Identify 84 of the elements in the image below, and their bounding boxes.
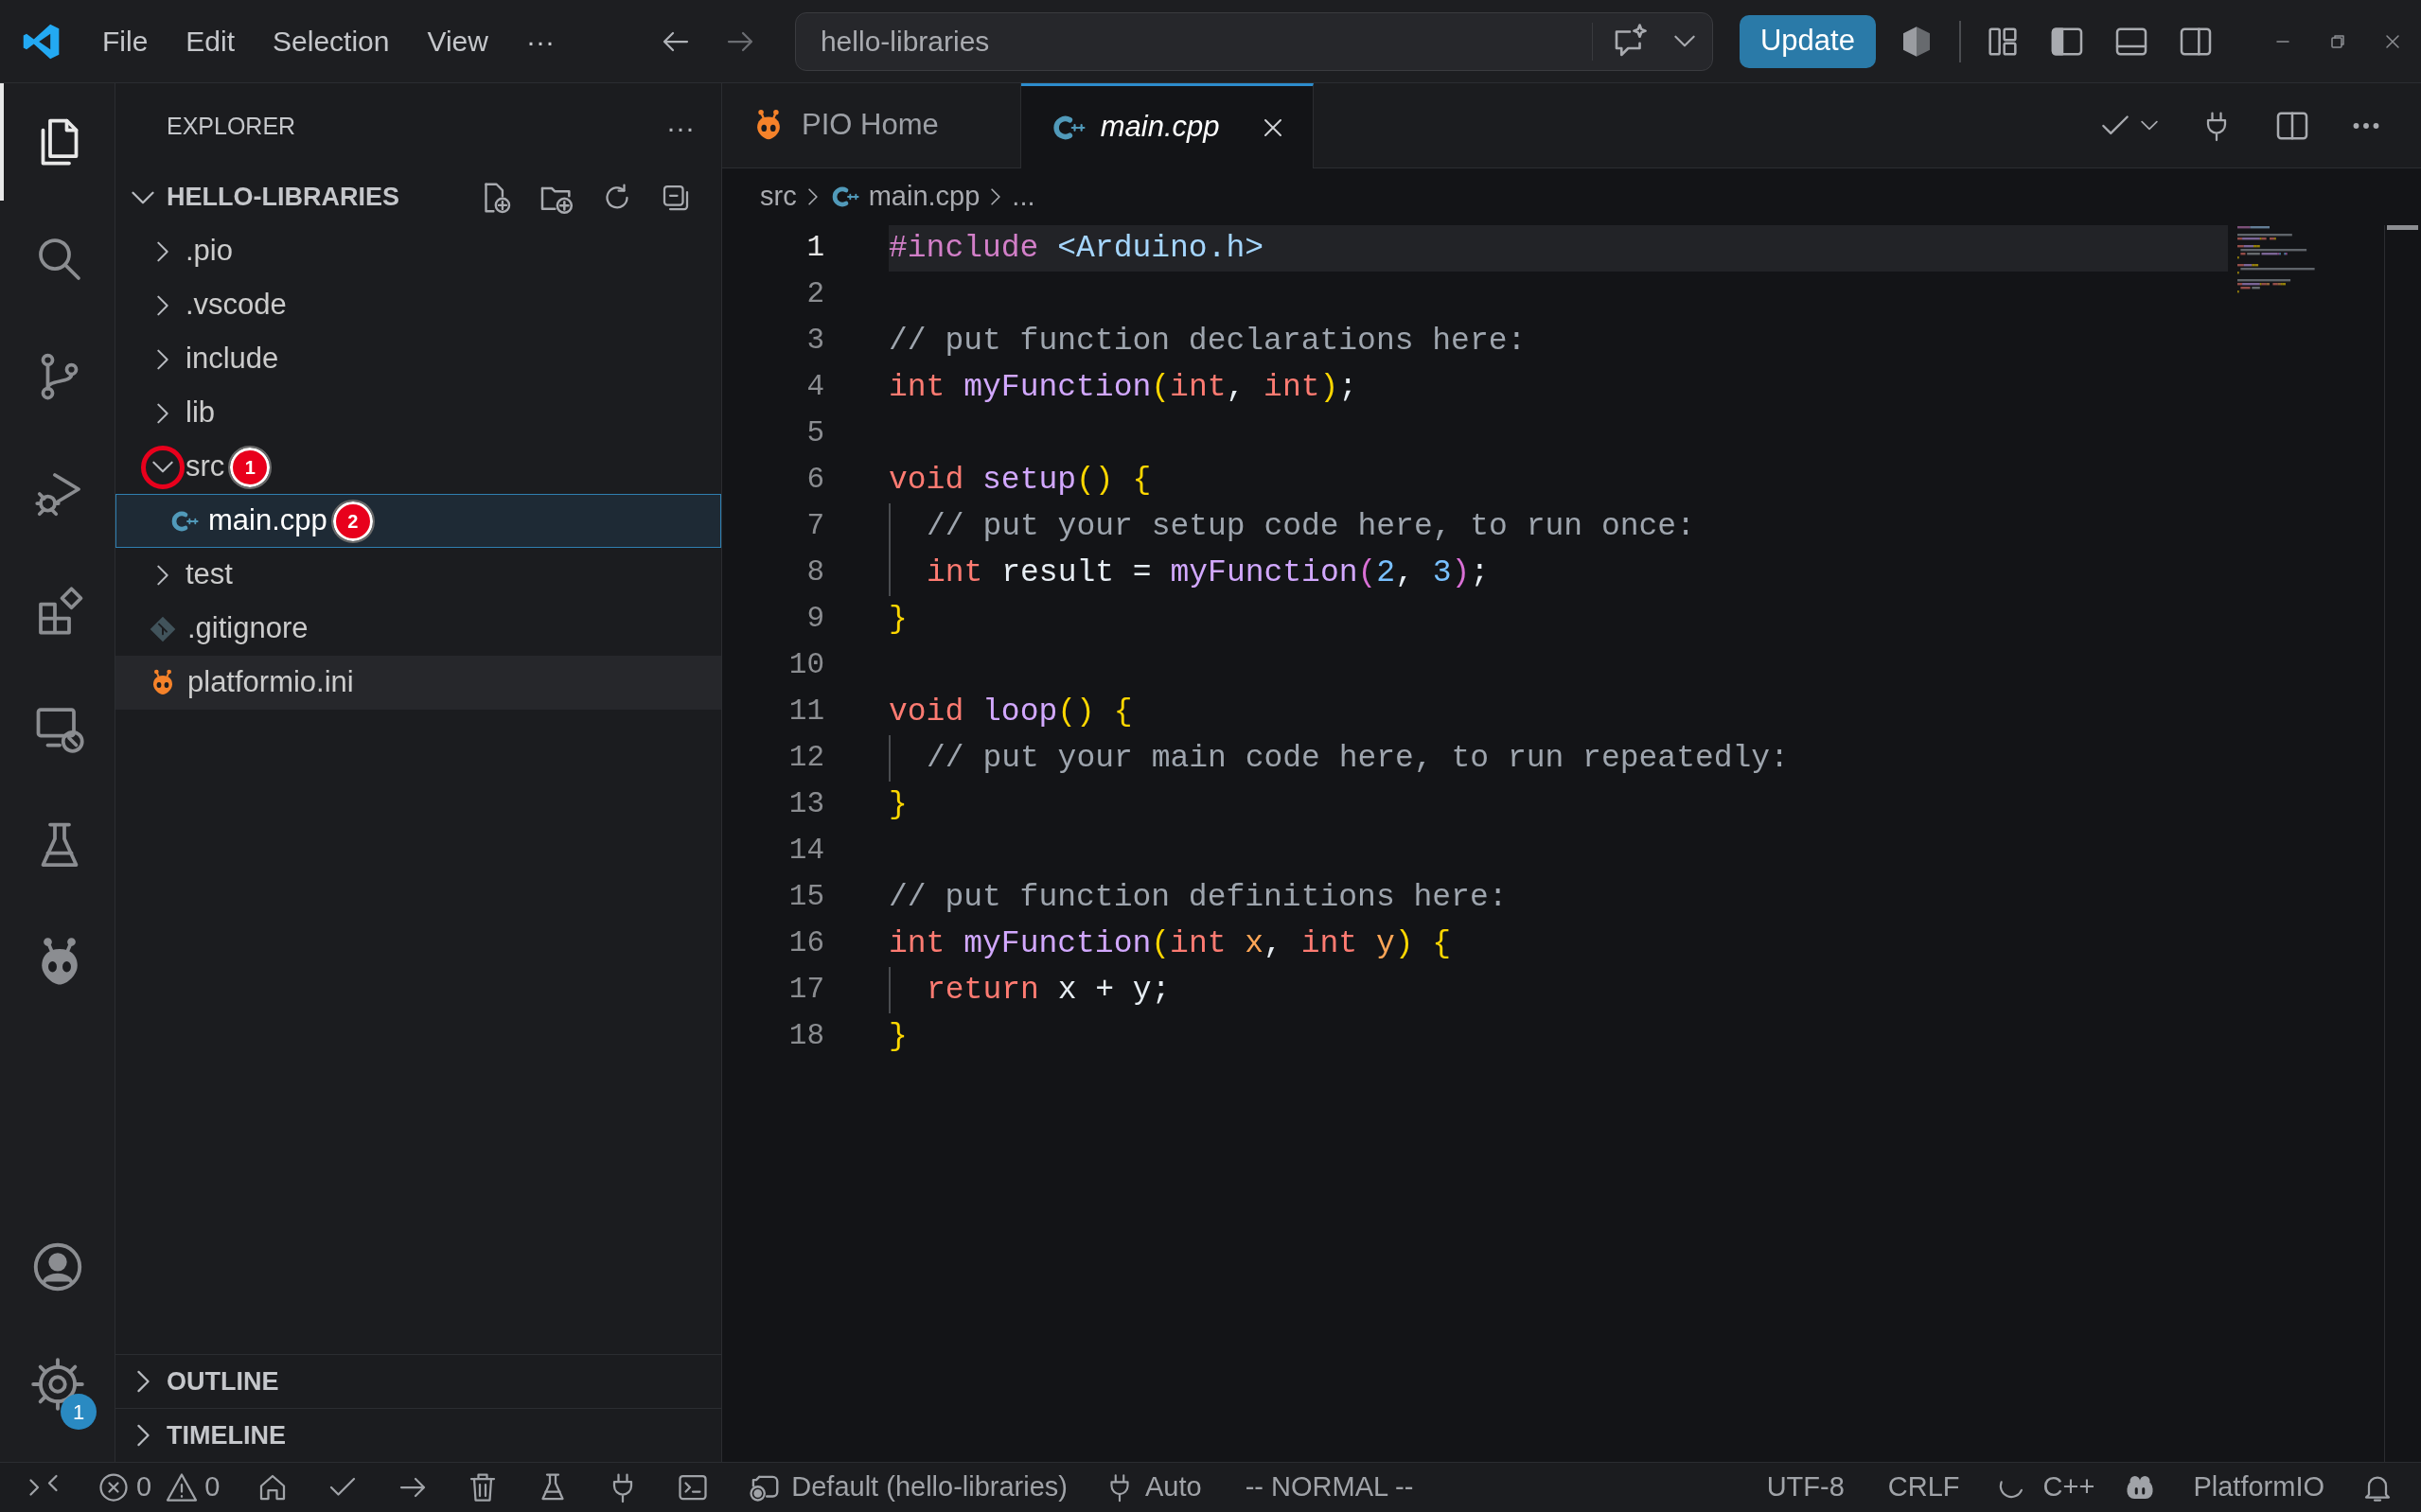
chevron-icon[interactable] xyxy=(157,294,168,316)
line-number: 5 xyxy=(806,415,824,452)
tree-item[interactable]: include xyxy=(115,332,721,386)
line-number: 6 xyxy=(806,462,824,499)
tree-item[interactable]: test xyxy=(115,548,721,602)
line-number: 3 xyxy=(806,323,824,360)
more-actions-button[interactable]: ··· xyxy=(666,105,695,149)
folder-title[interactable]: HELLO-LIBRARIES xyxy=(167,178,399,217)
chevron-icon[interactable] xyxy=(157,402,168,424)
code-line: int myFunction(int x, int y) { xyxy=(889,925,1452,963)
line-number: 11 xyxy=(788,694,824,730)
code-line: void loop() { xyxy=(889,694,1133,731)
tree-item[interactable]: main.cpp 2 xyxy=(115,494,721,548)
line-number: 12 xyxy=(788,740,824,777)
language-button[interactable]: C++ xyxy=(1984,1462,2107,1512)
line-number: 1 xyxy=(806,230,824,267)
notification-badge: 1 xyxy=(61,1394,97,1430)
menu-item[interactable]: File xyxy=(83,12,168,70)
chevron-icon[interactable] xyxy=(136,1424,150,1447)
warning-icon xyxy=(165,1470,200,1504)
chevron-down-icon[interactable] xyxy=(2141,120,2158,131)
menu-item[interactable]: ··· xyxy=(506,12,574,70)
step-badge: 1 xyxy=(230,447,271,487)
status-item[interactable]: -- NORMAL -- xyxy=(1226,1467,1433,1508)
code-line: } xyxy=(889,786,908,824)
chevron-icon[interactable] xyxy=(157,240,168,262)
code-line: // put function definitions here: xyxy=(889,879,1508,917)
chevron-icon[interactable] xyxy=(157,348,168,370)
problems-button[interactable]: 0 0 xyxy=(85,1462,232,1512)
chevron-down-icon[interactable] xyxy=(1673,35,1695,47)
tree-item[interactable]: .gitignore xyxy=(115,602,721,656)
line-number: 10 xyxy=(788,647,824,684)
code-line: // put function declarations here: xyxy=(889,323,1527,360)
line-number: 8 xyxy=(806,554,824,591)
code-line: // put your main code here, to run repeatedly: xyxy=(927,740,1789,778)
tree-item[interactable]: src 1 xyxy=(115,440,721,494)
line-number: 2 xyxy=(806,276,824,313)
cursor-position-marker xyxy=(2387,225,2418,230)
menu-item[interactable]: View xyxy=(408,12,507,70)
chevron-icon[interactable] xyxy=(136,1370,150,1393)
code-line: // put your setup code here, to run once: xyxy=(927,508,1695,546)
chevron-right-icon xyxy=(991,187,1001,206)
line-number: 9 xyxy=(806,601,824,638)
step-badge: 2 xyxy=(332,501,373,541)
code-line: void setup() { xyxy=(889,462,1152,500)
chevron-icon[interactable] xyxy=(152,461,173,473)
tree-item[interactable]: lib xyxy=(115,386,721,440)
tree-item[interactable]: platformio.ini xyxy=(115,656,721,710)
command-center-search[interactable]: hello-libraries xyxy=(794,11,1713,71)
chevron-right-icon xyxy=(807,187,818,206)
breadcrumb-item[interactable]: ... xyxy=(1012,176,1035,218)
line-number: 16 xyxy=(788,925,824,962)
environment-button[interactable]: Default (hello-libraries) xyxy=(734,1462,1079,1512)
code-line: int myFunction(int, int); xyxy=(889,369,1358,407)
error-icon xyxy=(97,1470,131,1504)
line-number: 4 xyxy=(806,369,824,406)
line-number: 14 xyxy=(788,833,824,870)
menu-item[interactable]: Edit xyxy=(167,12,255,70)
line-number: 18 xyxy=(788,1018,824,1055)
panel-title: EXPLORER xyxy=(167,112,296,142)
editor-tab[interactable]: main.cpp xyxy=(1020,83,1314,168)
code-line: int result = myFunction(2, 3); xyxy=(927,554,1490,592)
breadcrumb-item[interactable]: main.cpp xyxy=(828,176,981,218)
line-number: 17 xyxy=(788,972,824,1009)
code-line: #include <Arduino.h> xyxy=(889,230,1264,268)
tree-item[interactable]: .pio xyxy=(115,224,721,278)
line-number: 15 xyxy=(788,879,824,916)
code-line: return x + y; xyxy=(927,972,1171,1010)
status-item[interactable]: UTF-8 xyxy=(1747,1467,1864,1508)
port-button[interactable]: Auto xyxy=(1092,1462,1213,1512)
line-number: 7 xyxy=(806,508,824,545)
breadcrumb-item[interactable]: src xyxy=(760,176,797,218)
update-button[interactable]: Update xyxy=(1739,14,1876,68)
section-header[interactable]: OUTLINE xyxy=(115,1354,721,1408)
status-item[interactable]: PlatformIO xyxy=(2174,1467,2343,1508)
chevron-icon[interactable] xyxy=(132,190,154,204)
tree-item[interactable]: .vscode xyxy=(115,278,721,332)
code-line: } xyxy=(889,601,908,639)
chevron-icon[interactable] xyxy=(157,564,168,586)
code-line: } xyxy=(889,1018,908,1056)
status-item[interactable]: CRLF xyxy=(1868,1467,1979,1508)
editor-tab[interactable]: PIO Home xyxy=(722,83,1021,168)
line-number: 13 xyxy=(788,786,824,823)
menu-item[interactable]: Selection xyxy=(254,12,409,70)
